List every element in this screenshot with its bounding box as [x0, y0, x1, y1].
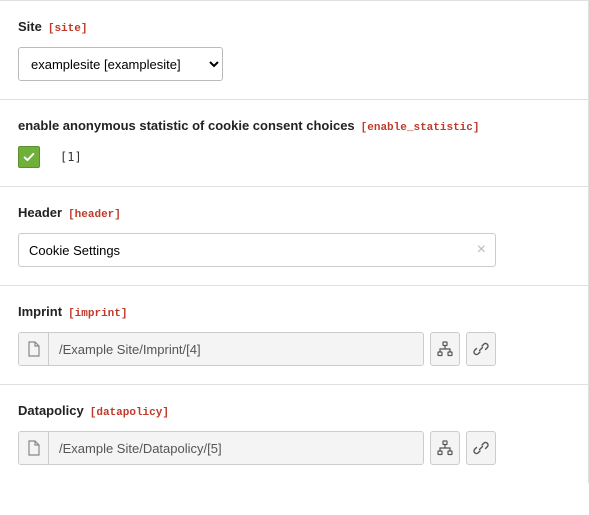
field-label-enable-statistic: enable anonymous statistic of cookie con… — [18, 118, 570, 134]
field-label-site: Site [site] — [18, 19, 570, 35]
clear-header-button[interactable]: × — [475, 240, 488, 260]
tech-key: [header] — [68, 209, 121, 221]
tech-key: [site] — [48, 23, 88, 35]
page-icon-box — [19, 432, 49, 464]
imprint-path-input[interactable] — [49, 333, 423, 365]
link-icon — [473, 341, 489, 357]
sitemap-icon — [437, 341, 453, 357]
imprint-sitemap-button[interactable] — [430, 332, 460, 366]
tech-key: [datapolicy] — [90, 407, 169, 419]
imprint-path-group — [18, 332, 424, 366]
datapolicy-sitemap-button[interactable] — [430, 431, 460, 465]
tech-key: [imprint] — [68, 308, 127, 320]
field-site: Site [site] examplesite [examplesite] — [0, 0, 589, 99]
datapolicy-path-row — [18, 431, 496, 465]
sitemap-icon — [437, 440, 453, 456]
tech-key: [enable_statistic] — [361, 122, 480, 134]
datapolicy-link-button[interactable] — [466, 431, 496, 465]
site-select[interactable]: examplesite [examplesite] — [18, 47, 223, 81]
imprint-link-button[interactable] — [466, 332, 496, 366]
label-text: Datapolicy — [18, 403, 84, 418]
page-icon — [27, 440, 41, 456]
check-icon — [22, 150, 36, 164]
field-header: Header [header] × — [0, 186, 589, 285]
link-icon — [473, 440, 489, 456]
datapolicy-path-input[interactable] — [49, 432, 423, 464]
field-enable-statistic: enable anonymous statistic of cookie con… — [0, 99, 589, 186]
enable-statistic-checkbox[interactable] — [18, 146, 40, 168]
field-datapolicy: Datapolicy [datapolicy] — [0, 384, 589, 483]
header-input[interactable] — [18, 233, 496, 267]
datapolicy-path-group — [18, 431, 424, 465]
field-label-datapolicy: Datapolicy [datapolicy] — [18, 403, 570, 419]
label-text: Imprint — [18, 304, 62, 319]
field-label-imprint: Imprint [imprint] — [18, 304, 570, 320]
checkbox-row: [1] — [18, 146, 570, 168]
header-input-wrap: × — [18, 233, 496, 267]
label-text: Header — [18, 205, 62, 220]
field-imprint: Imprint [imprint] — [0, 285, 589, 384]
page-icon — [27, 341, 41, 357]
close-icon: × — [477, 241, 486, 258]
checkbox-value-display: [1] — [60, 150, 82, 164]
label-text: enable anonymous statistic of cookie con… — [18, 118, 355, 133]
field-label-header: Header [header] — [18, 205, 570, 221]
label-text: Site — [18, 19, 42, 34]
imprint-path-row — [18, 332, 496, 366]
page-icon-box — [19, 333, 49, 365]
